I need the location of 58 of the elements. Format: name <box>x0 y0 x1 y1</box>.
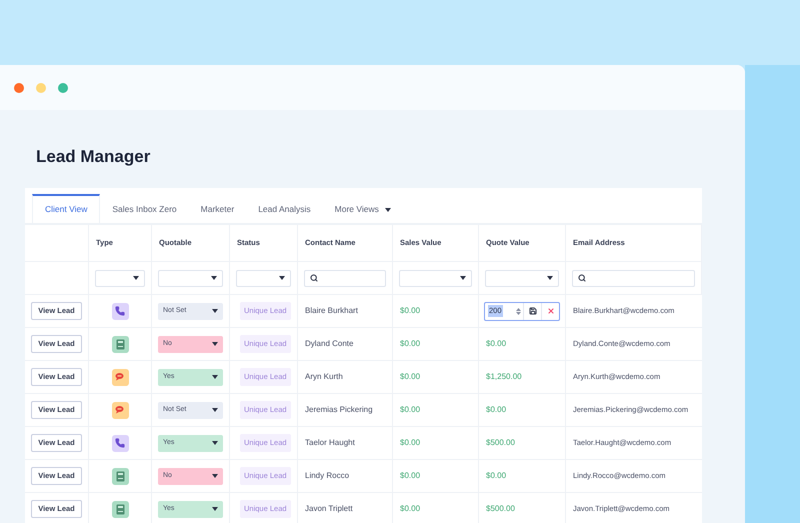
sales-value: $0.00 <box>400 404 420 416</box>
sales-value: $0.00 <box>400 371 420 383</box>
close-icon[interactable] <box>546 307 554 315</box>
contact-name: Javon Triplett <box>305 503 353 515</box>
filter-dropdown[interactable] <box>158 270 223 286</box>
filter-dropdown[interactable] <box>485 270 559 286</box>
tab[interactable]: More Views <box>322 194 403 223</box>
caret-icon <box>212 342 218 346</box>
caret-icon <box>212 408 218 412</box>
contact-name: Blaire Burkhart <box>305 305 358 317</box>
form-icon <box>112 500 128 518</box>
caret-icon <box>212 441 218 445</box>
chat-icon <box>112 368 128 386</box>
search-icon <box>310 274 318 282</box>
quote-value: $0.00 <box>485 470 506 482</box>
save-icon[interactable] <box>528 307 536 315</box>
caret-icon <box>279 276 285 280</box>
caret-icon <box>133 276 139 280</box>
contact-name: Aryn Kurth <box>305 371 343 383</box>
phone-icon <box>112 434 128 452</box>
search-field[interactable] <box>572 270 695 286</box>
caret-icon <box>212 309 218 313</box>
page-title: Lead Manager <box>36 146 152 168</box>
filter-dropdown[interactable] <box>95 270 145 286</box>
caret-icon <box>212 474 218 478</box>
tab[interactable]: Client View <box>32 194 100 223</box>
caret-icon <box>211 276 217 280</box>
quote-value: $500.00 <box>485 437 515 449</box>
tab[interactable]: Sales Inbox Zero <box>100 194 189 223</box>
tab[interactable]: Marketer <box>188 194 246 223</box>
tab[interactable]: Lead Analysis <box>246 194 323 223</box>
contact-name: Jeremias Pickering <box>305 404 373 416</box>
sales-value: $0.00 <box>400 338 420 350</box>
form-icon <box>112 468 128 484</box>
contact-name: Dyland Conte <box>305 338 354 350</box>
caret-icon <box>460 276 466 280</box>
sales-value: $0.00 <box>400 470 420 482</box>
caret-icon <box>547 276 553 280</box>
filter-dropdown[interactable] <box>236 270 291 286</box>
sales-value: $0.00 <box>400 437 420 449</box>
quote-value: $1,250.00 <box>485 371 522 383</box>
search-icon <box>578 274 586 282</box>
search-field[interactable] <box>304 270 386 286</box>
contact-name: Taelor Haught <box>305 437 355 449</box>
contact-name: Lindy Rocco <box>305 470 350 482</box>
chat-icon <box>112 402 128 418</box>
quote-value: $0.00 <box>485 404 506 416</box>
spinner-icon[interactable] <box>516 306 521 316</box>
sales-value: $0.00 <box>400 305 420 317</box>
caret-icon <box>212 375 218 379</box>
phone-icon <box>112 302 128 320</box>
quote-value: $500.00 <box>485 503 515 515</box>
caret-icon <box>384 208 391 212</box>
sales-value: $0.00 <box>400 503 420 515</box>
quote-value: $0.00 <box>485 338 506 350</box>
caret-icon <box>212 507 218 511</box>
filter-dropdown[interactable] <box>399 270 472 286</box>
form-icon <box>112 336 128 352</box>
